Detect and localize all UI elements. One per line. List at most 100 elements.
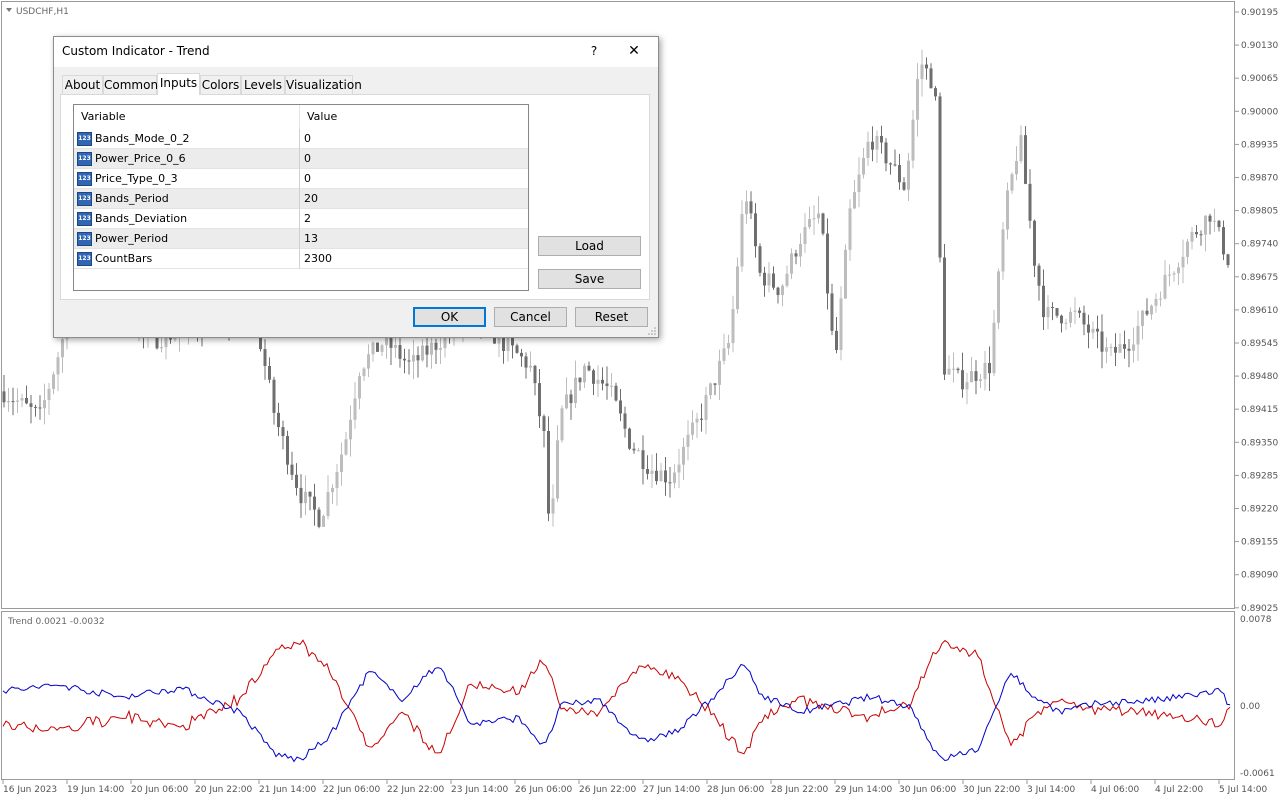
candle-body bbox=[844, 249, 847, 299]
tab-about[interactable]: About bbox=[62, 75, 103, 94]
time-tick-label: 30 Jun 22:00 bbox=[963, 785, 1020, 795]
input-row[interactable]: 123 Power_Period 13 bbox=[74, 229, 528, 249]
column-header-value[interactable]: Value bbox=[300, 105, 528, 129]
candle-body bbox=[47, 388, 51, 400]
candle-body bbox=[925, 64, 928, 69]
candle-body bbox=[853, 192, 856, 209]
candle-body bbox=[1078, 310, 1081, 313]
input-value[interactable]: 2300 bbox=[300, 249, 528, 269]
tab-common[interactable]: Common bbox=[103, 75, 158, 94]
time-tick-label: 22 Jun 22:00 bbox=[387, 785, 444, 795]
price-tick-label: 0.89415 bbox=[1241, 405, 1278, 415]
input-row[interactable]: 123 Price_Type_0_3 0 bbox=[74, 169, 528, 189]
help-button[interactable]: ? bbox=[584, 41, 604, 61]
candle-body bbox=[1114, 346, 1117, 353]
input-value[interactable]: 20 bbox=[300, 189, 528, 209]
candle-body bbox=[875, 135, 879, 150]
candle-body bbox=[880, 135, 883, 143]
tab-levels[interactable]: Levels bbox=[241, 75, 285, 94]
candle-body bbox=[862, 157, 865, 175]
candle-body bbox=[506, 337, 510, 352]
candle-body bbox=[331, 487, 334, 493]
resize-grip-icon[interactable] bbox=[648, 327, 656, 335]
input-value[interactable]: 0 bbox=[300, 169, 528, 189]
input-row[interactable]: 123 CountBars 2300 bbox=[74, 249, 528, 269]
candle-body bbox=[956, 368, 960, 371]
save-button[interactable]: Save bbox=[538, 269, 641, 289]
price-tick-label: 0.89220 bbox=[1241, 505, 1278, 515]
candle-body bbox=[704, 395, 708, 420]
input-row[interactable]: 123 Bands_Deviation 2 bbox=[74, 209, 528, 229]
input-name: Bands_Period bbox=[95, 192, 169, 205]
candle-body bbox=[938, 96, 942, 258]
ok-button[interactable]: OK bbox=[413, 307, 486, 327]
candle-body bbox=[569, 394, 573, 404]
column-header-variable[interactable]: Variable bbox=[74, 105, 300, 129]
price-tick-label: 0.89610 bbox=[1241, 306, 1278, 316]
candle-body bbox=[7, 401, 10, 403]
candle-body bbox=[664, 470, 667, 483]
candle-body bbox=[1109, 346, 1113, 348]
close-button[interactable]: ✕ bbox=[619, 41, 649, 61]
candle-body bbox=[632, 448, 636, 451]
dialog-titlebar[interactable]: Custom Indicator - Trend ? ✕ bbox=[54, 37, 658, 67]
candle-body bbox=[979, 379, 982, 381]
time-tick-label: 28 Jun 06:00 bbox=[707, 785, 764, 795]
load-button[interactable]: Load bbox=[538, 236, 641, 256]
candle-body bbox=[970, 371, 973, 383]
input-row[interactable]: 123 Power_Price_0_6 0 bbox=[74, 149, 528, 169]
reset-button[interactable]: Reset bbox=[575, 307, 648, 327]
candle-body bbox=[1105, 347, 1108, 352]
time-tick-label: 19 Jun 14:00 bbox=[67, 785, 124, 795]
price-tick-label: 0.89025 bbox=[1241, 604, 1278, 614]
candle-body bbox=[731, 309, 735, 344]
candle-body bbox=[358, 376, 361, 399]
candle-body bbox=[623, 413, 627, 429]
time-tick-label: 23 Jun 14:00 bbox=[451, 785, 508, 795]
tab-inputs[interactable]: Inputs bbox=[157, 73, 200, 95]
tab-visualization[interactable]: Visualization bbox=[285, 75, 362, 94]
input-name: Bands_Mode_0_2 bbox=[95, 132, 190, 145]
candle-body bbox=[997, 271, 1000, 323]
candle-body bbox=[988, 362, 991, 374]
custom-indicator-dialog: Custom Indicator - Trend ? ✕ About Commo… bbox=[53, 36, 659, 338]
price-tick-label: 0.89675 bbox=[1241, 273, 1278, 283]
candle-body bbox=[1181, 256, 1185, 268]
candle-body bbox=[322, 515, 325, 527]
price-tick-label: 0.89545 bbox=[1241, 339, 1278, 349]
candle-body bbox=[38, 407, 42, 409]
candle-body bbox=[668, 482, 672, 484]
candle-body bbox=[1132, 344, 1135, 351]
input-name: Bands_Deviation bbox=[95, 212, 188, 225]
candle-body bbox=[520, 352, 523, 357]
candle-body bbox=[403, 358, 406, 361]
candle-body bbox=[299, 487, 303, 504]
candle-body bbox=[340, 454, 343, 472]
input-value[interactable]: 13 bbox=[300, 229, 528, 249]
candle-body bbox=[637, 450, 640, 452]
candle-body bbox=[511, 337, 514, 346]
input-value[interactable]: 0 bbox=[300, 129, 528, 149]
candle-body bbox=[920, 64, 924, 80]
candle-body bbox=[772, 273, 775, 288]
input-row[interactable]: 123 Bands_Period 20 bbox=[74, 189, 528, 209]
candle-body bbox=[596, 379, 600, 384]
candle-body bbox=[556, 440, 559, 499]
time-tick-label: 3 Jul 14:00 bbox=[1027, 785, 1076, 795]
candle-body bbox=[1226, 254, 1230, 266]
input-value[interactable]: 0 bbox=[300, 149, 528, 169]
candle-body bbox=[1186, 241, 1189, 257]
input-row[interactable]: 123 Bands_Mode_0_2 0 bbox=[74, 129, 528, 149]
candle-body bbox=[335, 471, 339, 488]
input-value[interactable]: 2 bbox=[300, 209, 528, 229]
candle-body bbox=[1190, 231, 1194, 242]
candle-body bbox=[790, 253, 793, 274]
integer-type-icon: 123 bbox=[77, 172, 92, 186]
price-tick-label: 0.89285 bbox=[1241, 471, 1278, 481]
candle-body bbox=[641, 450, 645, 470]
inputs-table[interactable]: Variable Value 123 Bands_Mode_0_2 0 123 Po… bbox=[73, 104, 529, 291]
tab-colors[interactable]: Colors bbox=[200, 75, 241, 94]
candle-body bbox=[1118, 344, 1122, 353]
cancel-button[interactable]: Cancel bbox=[494, 307, 567, 327]
inputs-panel: Variable Value 123 Bands_Mode_0_2 0 123 Po… bbox=[60, 94, 650, 300]
